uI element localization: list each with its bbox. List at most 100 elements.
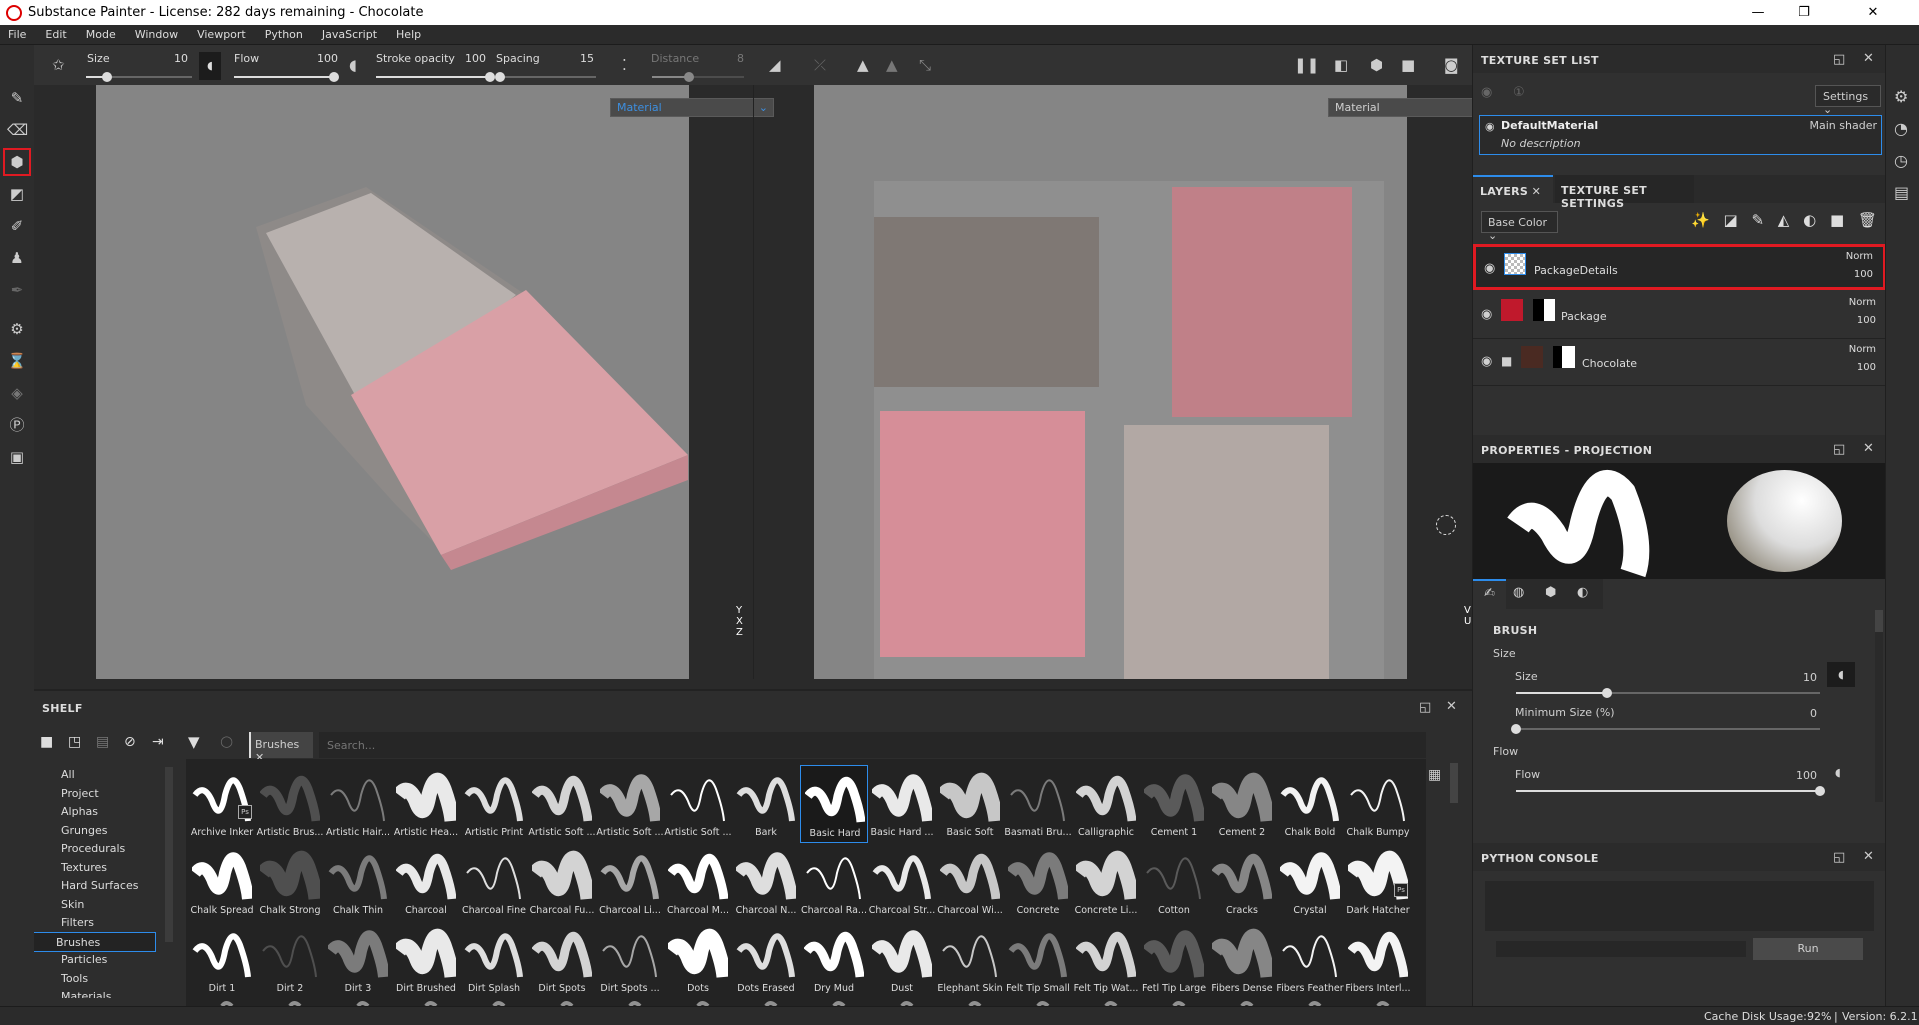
eraser-icon[interactable]: ⌫ bbox=[7, 119, 28, 141]
add-fill-layer-icon[interactable]: ◭ bbox=[1778, 211, 1790, 229]
category-filters[interactable]: Filters bbox=[50, 913, 165, 933]
spacing-value[interactable]: 15 bbox=[564, 52, 594, 65]
layer-opacity[interactable]: 100 bbox=[1857, 315, 1876, 326]
brush-item[interactable]: Dirt Spots ... bbox=[596, 921, 664, 999]
brush-item[interactable] bbox=[1004, 999, 1072, 1006]
category-alphas[interactable]: Alphas bbox=[50, 802, 165, 822]
folder-icon[interactable]: ■ bbox=[40, 734, 53, 750]
brush-item[interactable]: Artistic Soft ... bbox=[528, 765, 596, 843]
brush-item[interactable]: Dots bbox=[664, 921, 732, 999]
brush-item[interactable]: Concrete Li... bbox=[1072, 843, 1140, 921]
category-grunges[interactable]: Grunges bbox=[50, 821, 165, 841]
python-console-float-button[interactable]: ◱ bbox=[1833, 850, 1845, 865]
brush-item[interactable]: Artistic Soft ... bbox=[596, 765, 664, 843]
layer-visibility-icon[interactable]: ◉ bbox=[1481, 307, 1492, 322]
brush-item[interactable]: Dirt Splash bbox=[460, 921, 528, 999]
menu-edit[interactable]: Edit bbox=[45, 28, 66, 41]
size-value[interactable]: 10 bbox=[154, 52, 188, 65]
brush-item[interactable]: Charcoal Str... bbox=[868, 843, 936, 921]
category-all[interactable]: All bbox=[50, 765, 165, 785]
brush-item[interactable]: Charcoal N... bbox=[732, 843, 800, 921]
iray-render-icon[interactable]: ▣ bbox=[7, 446, 27, 468]
size-pressure-toggle[interactable]: ◖ bbox=[199, 52, 221, 80]
brush-item[interactable]: Dirt 3 bbox=[324, 921, 392, 999]
brush-item[interactable]: Chalk Bold bbox=[1276, 765, 1344, 843]
bake-settings-icon[interactable]: ⚙ bbox=[7, 318, 27, 340]
menu-window[interactable]: Window bbox=[135, 28, 178, 41]
brush-item[interactable] bbox=[664, 999, 732, 1006]
brush-item[interactable]: Bark bbox=[732, 765, 800, 843]
brush-item[interactable]: Dirt Spots bbox=[528, 921, 596, 999]
brush-item[interactable]: Dirt Brushed bbox=[392, 921, 460, 999]
screenshot-icon[interactable]: ◙ bbox=[1444, 56, 1459, 74]
add-mask-icon[interactable]: ◪ bbox=[1723, 211, 1737, 229]
color-picker-icon[interactable]: ✒ bbox=[7, 279, 27, 301]
shelf-float-button[interactable]: ◱ bbox=[1419, 700, 1431, 715]
brush-item[interactable] bbox=[936, 999, 1004, 1006]
close-button[interactable]: ✕ bbox=[1850, 0, 1896, 25]
shelf-scrollbar[interactable] bbox=[1450, 763, 1458, 803]
brush-item[interactable] bbox=[1344, 999, 1412, 1006]
brush-item[interactable] bbox=[1208, 999, 1276, 1006]
stencil-tab-icon[interactable]: ◐ bbox=[1577, 585, 1588, 600]
flow-slider[interactable] bbox=[234, 72, 339, 82]
brush-item[interactable]: Dirt 2 bbox=[256, 921, 324, 999]
brush-item[interactable]: Charcoal Li... bbox=[596, 843, 664, 921]
brush-item[interactable] bbox=[256, 999, 324, 1006]
layer-row-packagedetails[interactable]: ◉ PackageDetails Norm 100 bbox=[1473, 244, 1886, 290]
camera-icon[interactable]: ■ bbox=[1401, 56, 1415, 74]
layer-blend-mode[interactable]: Norm bbox=[1849, 344, 1876, 355]
paint-brush-icon[interactable]: ✎ bbox=[7, 87, 27, 109]
brush-item[interactable]: Concrete bbox=[1004, 843, 1072, 921]
category-particles[interactable]: Particles bbox=[50, 950, 165, 970]
brush-item[interactable]: Felt Tip Wat... bbox=[1072, 921, 1140, 999]
brush-item[interactable]: Felt Tip Small bbox=[1004, 921, 1072, 999]
material-tab-icon[interactable]: ⬢ bbox=[1545, 585, 1556, 600]
flow-value[interactable]: 100 bbox=[304, 52, 338, 65]
layer-visibility-icon[interactable]: ◉ bbox=[1484, 261, 1495, 276]
spacing-slider[interactable] bbox=[495, 72, 596, 82]
layer-blend-mode[interactable]: Norm bbox=[1846, 251, 1873, 262]
brush-item[interactable]: Basic Hard ... bbox=[868, 765, 936, 843]
brush-item[interactable]: Chalk Strong bbox=[256, 843, 324, 921]
grid-view-icon[interactable]: ▦ bbox=[1428, 767, 1441, 783]
category-procedurals[interactable]: Procedurals bbox=[50, 839, 165, 859]
shelf-close-button[interactable]: ✕ bbox=[1446, 699, 1457, 714]
minimize-button[interactable]: — bbox=[1735, 0, 1781, 25]
flow-pressure-icon[interactable]: ◖ bbox=[349, 56, 357, 74]
category-skin[interactable]: Skin bbox=[50, 895, 165, 915]
reset-filter-icon[interactable]: ○ bbox=[220, 732, 233, 750]
tab-layers-close-icon[interactable]: ✕ bbox=[1532, 185, 1541, 198]
brush-item[interactable]: Charcoal Ra... bbox=[800, 843, 868, 921]
brush-item[interactable]: Basic Soft bbox=[936, 765, 1004, 843]
maximize-button[interactable]: ❐ bbox=[1781, 0, 1827, 25]
brush-item[interactable] bbox=[1140, 999, 1208, 1006]
brush-item[interactable] bbox=[1276, 999, 1344, 1006]
layer-opacity[interactable]: 100 bbox=[1854, 269, 1873, 280]
viewport-3d[interactable]: Material ⌄ Y X Z bbox=[96, 85, 774, 679]
texture-set-close-button[interactable]: ✕ bbox=[1863, 51, 1874, 66]
viewport-2d-uv[interactable]: Material⌄ V U bbox=[814, 85, 1492, 679]
prop-min-size-value[interactable]: 0 bbox=[1773, 707, 1817, 720]
category-brushes[interactable]: Brushes bbox=[34, 931, 156, 952]
brush-item[interactable]: Chalk Bumpy bbox=[1344, 765, 1412, 843]
category-scrollbar[interactable] bbox=[165, 767, 173, 942]
brush-item[interactable]: Basic Hard bbox=[800, 765, 868, 843]
properties-close-button[interactable]: ✕ bbox=[1863, 441, 1874, 456]
menu-help[interactable]: Help bbox=[396, 28, 421, 41]
python-console-close-button[interactable]: ✕ bbox=[1863, 849, 1874, 864]
brush-item[interactable] bbox=[392, 999, 460, 1006]
channel-dropdown[interactable]: Base Color ⌄ bbox=[1481, 211, 1558, 242]
brush-item[interactable]: Charcoal Fine bbox=[460, 843, 528, 921]
brush-preset-icon[interactable]: ✩ bbox=[52, 56, 65, 74]
prop-size-slider[interactable] bbox=[1516, 688, 1820, 698]
brush-item[interactable]: Dirt 1 bbox=[188, 921, 256, 999]
properties-scrollbar[interactable] bbox=[1875, 610, 1883, 802]
layer-row-chocolate[interactable]: ◉ ■ Chocolate Norm 100 bbox=[1473, 340, 1886, 386]
alpha-tab-icon[interactable]: ◍ bbox=[1513, 585, 1524, 600]
brush-item[interactable] bbox=[460, 999, 528, 1006]
flow-pressure-icon[interactable]: ◖ bbox=[1835, 766, 1841, 779]
brush-item[interactable]: Calligraphic bbox=[1072, 765, 1140, 843]
log-icon[interactable]: ▤ bbox=[1894, 183, 1909, 202]
brush-item[interactable] bbox=[188, 999, 256, 1006]
